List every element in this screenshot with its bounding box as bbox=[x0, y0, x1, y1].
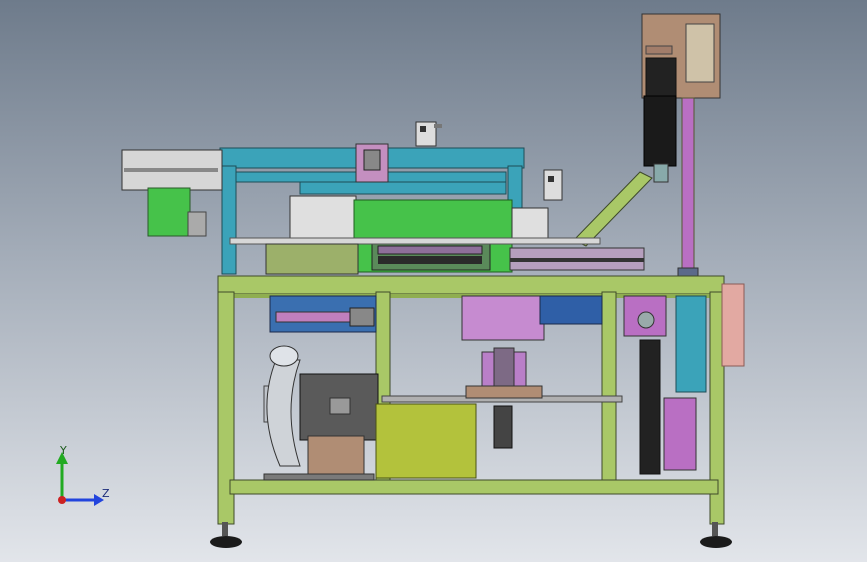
axis-triad: Y Z bbox=[56, 444, 110, 506]
leveling-feet bbox=[210, 522, 732, 548]
cad-viewport[interactable]: Y Z bbox=[0, 0, 867, 562]
right-drive-unit bbox=[623, 283, 745, 475]
y-axis-label: Y bbox=[59, 444, 67, 457]
under-table-assembly bbox=[269, 295, 377, 333]
blower-motor bbox=[263, 345, 477, 481]
machine-drawing: Y Z bbox=[56, 13, 745, 548]
triad-origin bbox=[58, 496, 66, 504]
top-right-cylinder-unit bbox=[641, 13, 721, 279]
inclined-chute bbox=[573, 171, 653, 247]
z-axis-label: Z bbox=[102, 487, 110, 500]
center-press bbox=[461, 295, 603, 449]
left-slide-module bbox=[121, 149, 223, 237]
